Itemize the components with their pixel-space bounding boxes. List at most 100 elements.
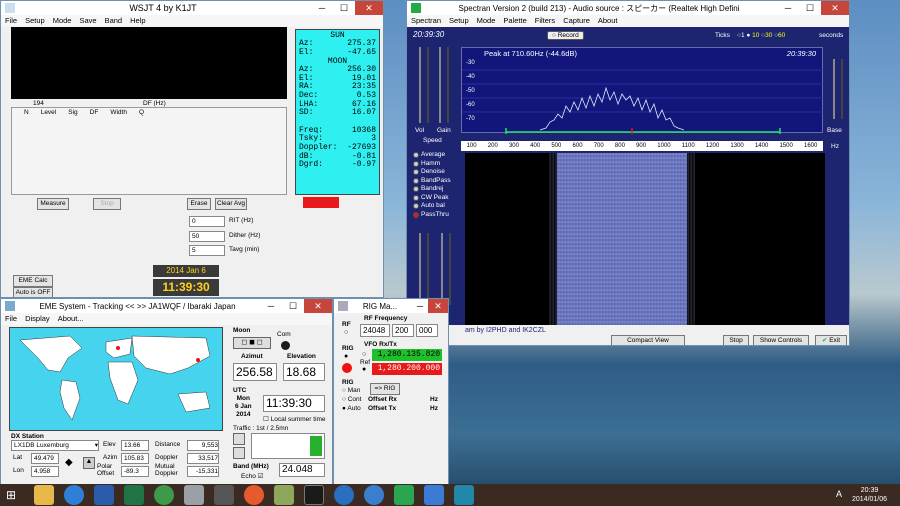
rf-freq-khz[interactable]: 200 (392, 324, 414, 337)
close-icon[interactable]: ✕ (355, 1, 383, 15)
polar-offset-field[interactable]: -89.3 (121, 466, 149, 477)
globe-icon-2[interactable] (364, 485, 384, 505)
firefox-icon[interactable] (244, 485, 264, 505)
option-bandrej[interactable]: Bandrej (413, 185, 451, 194)
menu-file[interactable]: File (5, 313, 17, 325)
menu-spectran[interactable]: Spectran (411, 15, 441, 27)
menu-save[interactable]: Save (79, 15, 96, 27)
cont-radio[interactable]: ○ Cont (342, 396, 361, 403)
dx-arrow-icon[interactable]: ◆ (65, 457, 73, 468)
spectrum-display[interactable] (11, 27, 287, 99)
eme-titlebar[interactable]: EME System - Tracking << >> JA1WQF / Iba… (1, 299, 332, 313)
menu-mode[interactable]: Mode (53, 15, 72, 27)
clock[interactable]: 20:39 2014/01/06 (852, 486, 887, 504)
stop-button[interactable]: Stop (723, 335, 749, 345)
menu-file[interactable]: File (5, 15, 17, 27)
close-icon[interactable]: ✕ (428, 299, 448, 313)
vol-slider[interactable] (419, 47, 429, 123)
maximize-icon[interactable]: ☐ (799, 1, 821, 15)
gain-slider[interactable] (439, 47, 449, 123)
record-button[interactable]: ○ Record (547, 31, 584, 40)
world-map[interactable] (9, 327, 223, 431)
eme-calc-button[interactable]: EME Calc (13, 275, 53, 287)
lon-field[interactable]: 4.958 (31, 466, 59, 477)
rig-radio-1[interactable]: ○ (362, 351, 366, 358)
menu-setup[interactable]: Setup (449, 15, 469, 27)
clear-avg-button[interactable]: Clear Avg (215, 198, 247, 210)
option-bandpass[interactable]: BandPass (413, 177, 451, 186)
rig-radio-2[interactable]: ● (362, 366, 366, 373)
lower-left-slider[interactable] (419, 233, 429, 305)
minimize-icon[interactable]: ─ (260, 299, 282, 313)
stop-button[interactable]: Stop (93, 198, 121, 210)
rit-input[interactable]: 0 (189, 216, 225, 227)
maximize-icon[interactable]: ☐ (282, 299, 304, 313)
lat-field[interactable]: 49.479 (31, 453, 59, 464)
option-denoise[interactable]: Denoise (413, 168, 451, 177)
menu-setup[interactable]: Setup (25, 15, 45, 27)
show-controls-button[interactable]: Show Controls (753, 335, 809, 345)
decode-text-area[interactable]: N Level Sig DF Width Q (11, 107, 287, 195)
compact-view-button[interactable]: Compact View (611, 335, 685, 345)
start-button[interactable]: ⊞ (6, 488, 24, 502)
option-cw-peak[interactable]: CW Peak (413, 194, 451, 203)
app-icon[interactable] (274, 485, 294, 505)
man-radio[interactable]: ○ Man (342, 387, 360, 394)
globe-icon[interactable] (334, 485, 354, 505)
exit-button[interactable]: ✔ Exit (815, 335, 847, 345)
minimize-icon[interactable]: ─ (412, 299, 428, 313)
dither-input[interactable]: 50 (189, 231, 225, 242)
menu-mode[interactable]: Mode (477, 15, 496, 27)
moon-controls[interactable]: ◻ ◼ ◻ (233, 337, 271, 349)
doppler-field[interactable]: 33,517 (187, 453, 219, 464)
chart-task-icon[interactable] (454, 485, 474, 505)
excel-icon[interactable] (124, 485, 144, 505)
distance-field[interactable]: 9,553 (187, 440, 219, 451)
option-hamm[interactable]: Hamm (413, 160, 451, 169)
option-passthru[interactable]: PassThru (413, 211, 451, 220)
close-icon[interactable]: ✕ (821, 1, 849, 15)
traffic-icon-1[interactable] (233, 433, 245, 445)
close-icon[interactable]: ✕ (304, 299, 332, 313)
word-icon[interactable] (94, 485, 114, 505)
mutual-doppler-field[interactable]: -15,331 (187, 466, 219, 477)
minimize-icon[interactable]: ─ (777, 1, 799, 15)
base-slider[interactable] (833, 59, 843, 119)
rf-freq-hz[interactable]: 000 (416, 324, 438, 337)
rf-freq-mhz[interactable]: 24048 (360, 324, 390, 337)
maximize-icon[interactable]: ☐ (333, 1, 355, 15)
menu-about[interactable]: About (598, 15, 618, 27)
dx-station-select[interactable]: LX1DB Luxemburg ▾ (11, 440, 99, 451)
rocket-icon[interactable] (214, 485, 234, 505)
tick-opt[interactable]: 10 (752, 32, 759, 39)
to-rig-button[interactable]: => RIG (370, 383, 400, 395)
rig-titlebar[interactable]: RIG Ma... ─ ✕ (334, 299, 448, 313)
dx-nav-icon[interactable]: ▲ (83, 457, 95, 469)
spectran-task-icon[interactable] (394, 485, 414, 505)
menu-band[interactable]: Band (105, 15, 123, 27)
explorer-icon[interactable] (34, 485, 54, 505)
azim-field[interactable]: 105.83 (121, 453, 149, 464)
minimize-icon[interactable]: ─ (311, 1, 333, 15)
measure-button[interactable]: Measure (37, 198, 69, 210)
ime-indicator[interactable]: A (836, 489, 842, 499)
erase-button[interactable]: Erase (187, 198, 211, 210)
rig-mode-radio[interactable]: ● (344, 353, 348, 360)
elev-field[interactable]: 13.66 (121, 440, 149, 451)
waterfall-display[interactable] (465, 153, 825, 325)
option-auto-bal[interactable]: Auto bal (413, 202, 451, 211)
spectrum-plot[interactable]: Peak at 710.60Hz (-44.6dB) 20:39:30 -30 … (461, 47, 824, 134)
tick-options[interactable]: ○1 ● 10 ○30 ○60 (737, 32, 785, 39)
wsjt-titlebar[interactable]: WSJT 4 by K1JT ─ ☐ ✕ (1, 1, 383, 15)
camera-icon[interactable] (304, 485, 324, 505)
spectran-titlebar[interactable]: Spectran Version 2 (build 213) - Audio s… (407, 1, 849, 15)
menu-about[interactable]: About... (58, 313, 84, 325)
auto-radio[interactable]: ● Auto (342, 405, 361, 412)
tick-opt[interactable]: 30 (765, 32, 772, 39)
option-average[interactable]: Average (413, 151, 451, 160)
menu-palette[interactable]: Palette (503, 15, 526, 27)
rig-task-icon[interactable] (424, 485, 444, 505)
menu-help[interactable]: Help (130, 15, 145, 27)
local-summer-checkbox[interactable]: ☐ Local summer time (263, 415, 326, 423)
rf-mode-radio[interactable]: ○ (344, 329, 348, 336)
